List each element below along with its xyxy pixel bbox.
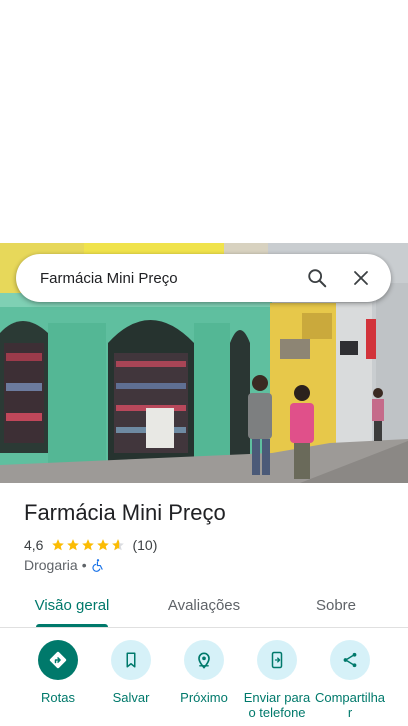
nearby-button[interactable]: Próximo [164, 640, 244, 705]
nearby-icon [198, 652, 210, 669]
star-rating [51, 538, 126, 552]
search-icon [308, 269, 327, 288]
share-button[interactable]: Compartilhar [310, 640, 390, 720]
send-to-phone-button[interactable]: Enviar para o telefone [237, 640, 317, 720]
category-row: Drogaria • [24, 556, 105, 574]
map-blank-area [0, 0, 408, 243]
star-icon [52, 539, 65, 551]
share-icon [343, 652, 357, 668]
directions-button[interactable]: Rotas [18, 640, 98, 705]
star-icon [67, 539, 80, 551]
rating-row[interactable]: 4,6 (10) [24, 536, 157, 554]
bookmark-icon [126, 652, 136, 668]
separator-dot: • [81, 557, 87, 573]
send-to-phone-circle [257, 640, 297, 680]
send-to-phone-label: Enviar para o telefone [243, 690, 311, 720]
directions-label: Rotas [41, 690, 75, 705]
wheelchair-icon [92, 559, 103, 572]
place-category: Drogaria [24, 557, 78, 573]
tab-about[interactable]: Sobre [280, 584, 392, 626]
place-title: Farmácia Mini Preço [24, 500, 226, 525]
tab-bar: Visão geral Avaliações Sobre [0, 584, 408, 628]
save-circle [111, 640, 151, 680]
tab-reviews[interactable]: Avaliações [148, 584, 260, 626]
rating-value: 4,6 [24, 537, 44, 553]
directions-circle [38, 640, 78, 680]
save-label: Salvar [112, 690, 150, 705]
search-bar[interactable]: Farmácia Mini Preço [16, 254, 391, 302]
star-icon [82, 539, 95, 551]
send-to-phone-icon [271, 651, 283, 669]
star-icon [97, 539, 110, 551]
directions-icon [49, 651, 67, 669]
share-label: Compartilhar [314, 690, 386, 720]
search-query[interactable]: Farmácia Mini Preço [40, 270, 299, 287]
search-button[interactable] [299, 260, 335, 296]
nearby-circle [184, 640, 224, 680]
nearby-label: Próximo [180, 690, 228, 705]
share-circle [330, 640, 370, 680]
save-button[interactable]: Salvar [91, 640, 171, 705]
active-tab-indicator [36, 624, 108, 627]
half-star-icon [112, 539, 125, 551]
close-icon [354, 271, 368, 285]
close-button[interactable] [343, 260, 379, 296]
tab-overview[interactable]: Visão geral [16, 584, 128, 626]
action-bar: Rotas Salvar Próximo Enviar para o telef… [0, 640, 408, 726]
review-count[interactable]: (10) [132, 537, 157, 553]
